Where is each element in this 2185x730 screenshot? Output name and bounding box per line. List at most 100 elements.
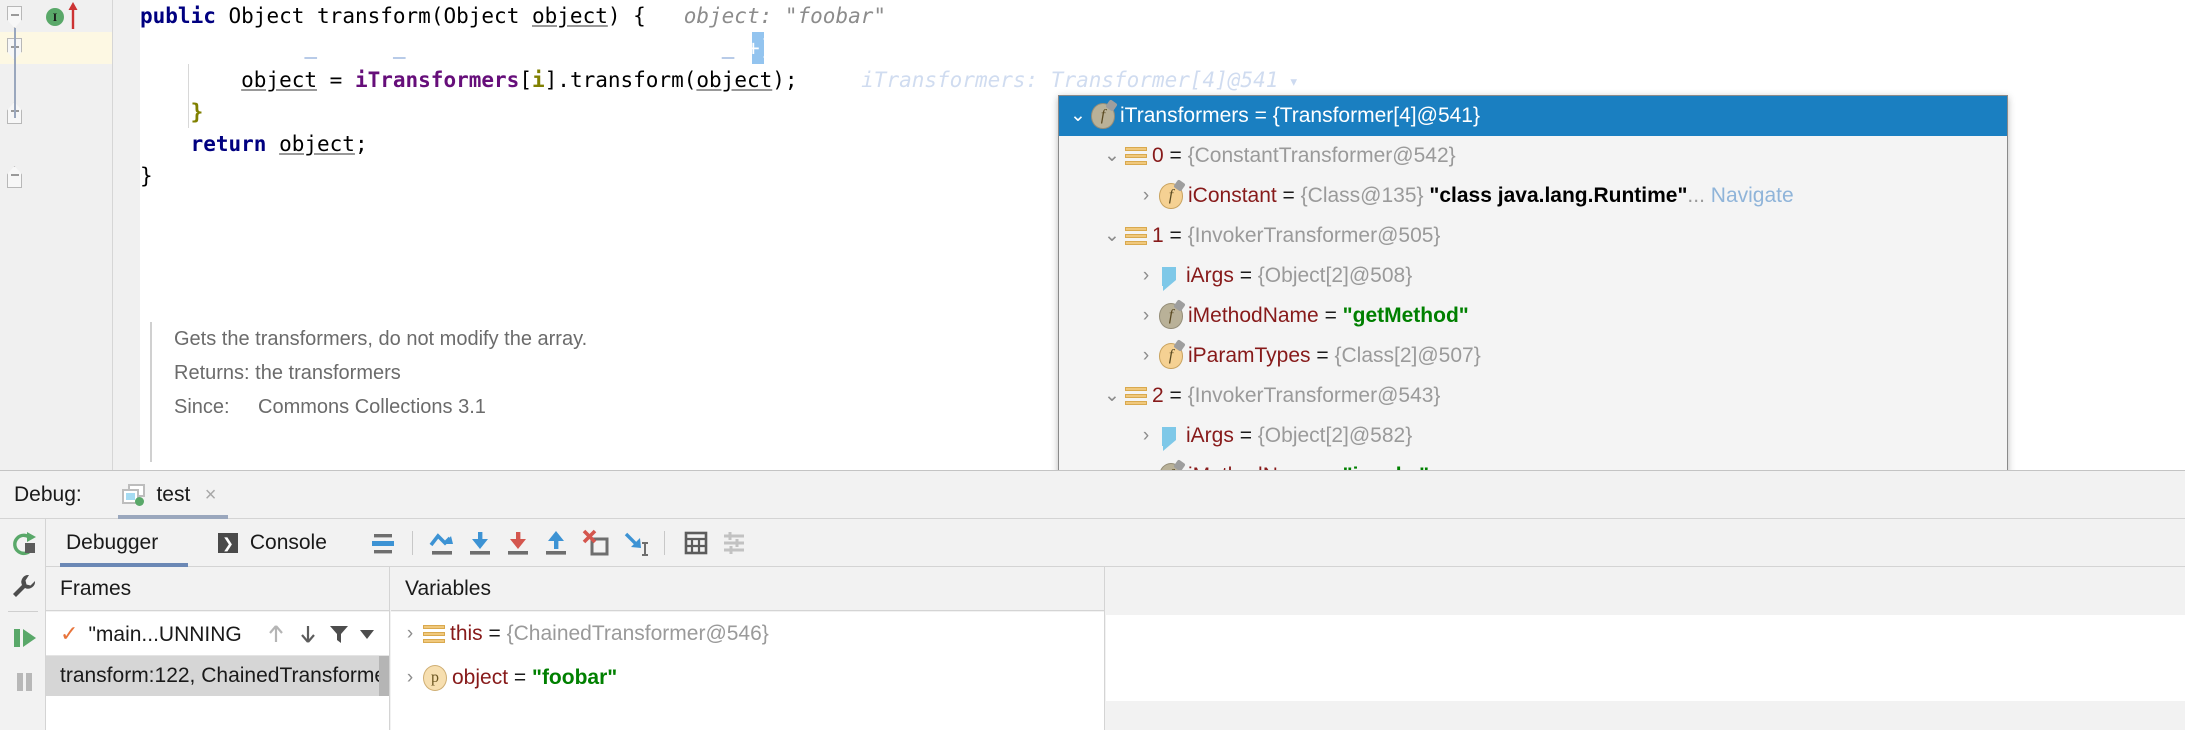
pause-icon[interactable] (9, 667, 39, 697)
variable-tree-row[interactable]: ⌄ 1 = {InvokerTransformer@505} (1059, 216, 2007, 256)
code-line[interactable]: public Object transform(Object object) {… (140, 0, 2185, 32)
step-into-icon[interactable] (464, 527, 496, 559)
code-token: Object (228, 4, 305, 28)
rerun-icon[interactable] (9, 529, 39, 559)
chevron-right-icon[interactable]: › (1133, 256, 1159, 296)
thread-status-check-icon: ✓ (60, 621, 79, 646)
filter-icon[interactable] (328, 623, 350, 645)
show-execution-point-icon[interactable] (368, 527, 400, 559)
debug-session-tab[interactable]: test × (122, 471, 216, 519)
code-token: = (317, 36, 355, 60)
equals-sign: = (482, 622, 507, 645)
chevron-down-icon[interactable]: ⌄ (1099, 376, 1125, 416)
variable-tree-row[interactable]: › iArgs = {Object[2]@508} (1059, 256, 2007, 296)
code-token: < (405, 36, 444, 60)
frames-scrollbar[interactable] (379, 656, 389, 696)
code-token: i (392, 36, 406, 60)
chevron-right-icon[interactable]: › (1133, 176, 1159, 216)
frames-list[interactable]: ✓ "main...UNNING transform:122, ChainedT… (46, 612, 389, 730)
console-chevron-icon: ❯ (218, 533, 238, 554)
editor-gutter[interactable] (0, 0, 112, 470)
value-text: "class java.lang.Runtime" (1429, 184, 1688, 207)
chevron-right-icon[interactable]: › (397, 656, 423, 700)
drop-frame-icon[interactable] (580, 527, 612, 559)
value-type: {Object[2]@508} (1257, 264, 1413, 287)
variable-name: iTransformers (1120, 104, 1249, 127)
settings-icon[interactable] (718, 527, 750, 559)
frame-row[interactable]: transform:122, ChainedTransformer (org. (46, 656, 389, 696)
tab-console[interactable]: ❯ Console (214, 519, 331, 567)
variable-tree-row[interactable]: › f iConstant = {Class@135} "class java.la… (1059, 176, 2007, 216)
editor-fold-gutter[interactable] (112, 0, 140, 470)
debug-label: Debug: (14, 483, 82, 506)
code-token: for (190, 36, 229, 60)
equals-sign: = (1276, 184, 1301, 207)
code-token: object (532, 4, 608, 28)
chevron-down-icon[interactable]: ⌄ (1099, 136, 1125, 176)
inline-debugger-value-hint[interactable]: iTransformers: Transformer[4]@541 ▾ (760, 32, 1299, 92)
field-icon: f (1091, 103, 1115, 130)
chevron-right-icon[interactable]: › (1133, 416, 1159, 456)
variable-tree-row[interactable]: › iArgs = {Object[2]@582} (1059, 416, 2007, 456)
variables-pane: Variables › this = {ChainedTransformer@54… (391, 567, 1105, 730)
thread-selector[interactable]: ✓ "main...UNNING (46, 612, 389, 656)
navigate-link[interactable]: Navigate (1705, 184, 1794, 207)
javadoc-returns-value: the transformers (255, 362, 401, 384)
tab-debugger[interactable]: Debugger (62, 519, 162, 567)
field-icon: f (1159, 303, 1183, 330)
variable-tree-row[interactable]: › f iParamTypes = {Class[2]@507} (1059, 336, 2007, 376)
code-token: int (253, 36, 292, 60)
debug-tool-window-body: Debugger ❯ Console Frames ✓ "main...UNNI… (46, 519, 2185, 730)
chevron-right-icon[interactable]: › (397, 612, 423, 656)
code-token: } (190, 100, 204, 124)
variable-tree-row[interactable]: ⌄ 2 = {InvokerTransformer@543} (1059, 376, 2007, 416)
variable-name: iArgs (1186, 264, 1234, 287)
equals-sign: = (1233, 264, 1258, 287)
run-method-icon[interactable]: I (46, 8, 64, 26)
force-step-into-icon[interactable] (502, 527, 534, 559)
code-token: return (190, 132, 267, 156)
array-element-icon (1125, 385, 1147, 407)
down-arrow-icon[interactable] (296, 622, 320, 646)
equals-sign: = (1163, 144, 1188, 167)
variable-row[interactable]: › this = {ChainedTransformer@546} (391, 612, 1105, 656)
inline-hint-text: iTransformers: Transformer[4]@541 (861, 68, 1279, 92)
chevron-right-icon[interactable]: › (1133, 296, 1159, 336)
value-text: "foobar" (531, 666, 618, 689)
value-type: {Transformer[4]@541} (1272, 104, 1480, 127)
settings-wrench-icon[interactable] (9, 571, 39, 601)
variables-list[interactable]: › this = {ChainedTransformer@546} › p object… (391, 612, 1105, 730)
step-out-icon[interactable] (540, 527, 572, 559)
close-icon[interactable]: × (205, 484, 217, 506)
variable-row[interactable]: › p object = "foobar" (391, 656, 1105, 700)
chevron-right-icon[interactable]: › (1133, 336, 1159, 376)
up-arrow-icon[interactable] (264, 622, 288, 646)
code-token: .length; (607, 36, 722, 60)
value-type: {Class@135} (1300, 184, 1424, 207)
chevron-down-icon[interactable]: ⌄ (1065, 96, 1091, 136)
step-over-icon[interactable] (426, 527, 458, 559)
variable-name: iConstant (1188, 184, 1277, 207)
run-to-cursor-icon[interactable] (620, 527, 652, 559)
equals-sign: = (1248, 104, 1273, 127)
code-token: iTransformers (354, 68, 520, 92)
resume-icon[interactable] (9, 623, 39, 653)
code-token: ; (354, 132, 368, 156)
variable-name: iArgs (1186, 424, 1234, 447)
variable-tree-row[interactable]: ⌄ 0 = {ConstantTransformer@542} (1059, 136, 2007, 176)
variable-tree-row[interactable]: ⌄ f iTransformers = {Transformer[4]@541} (1059, 96, 2007, 136)
empty-row-1 (1106, 701, 2185, 730)
chevron-down-icon[interactable]: ▾ (1278, 72, 1299, 92)
javadoc-since: Since: Commons Collections 3.1 (174, 390, 770, 424)
dropdown-icon[interactable] (358, 625, 376, 643)
variable-name: iMethodName (1188, 304, 1319, 327)
inline-parameter-hint: object: "foobar" (645, 4, 887, 28)
chevron-down-icon[interactable]: ⌄ (1099, 216, 1125, 256)
equals-sign: = (1310, 344, 1335, 367)
evaluate-expression-icon[interactable] (680, 527, 712, 559)
variable-tree-row[interactable]: › f iMethodName = "getMethod" (1059, 296, 2007, 336)
javadoc-panel: Gets the transformers, do not modify the… (150, 322, 770, 462)
equals-sign: = (508, 666, 532, 689)
